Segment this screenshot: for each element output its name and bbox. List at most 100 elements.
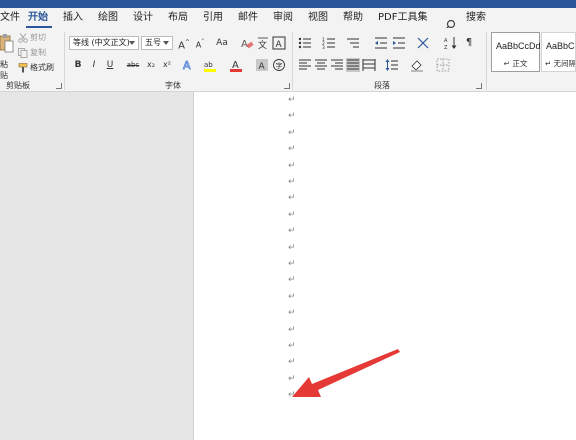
sort-icon[interactable]: AZ — [444, 36, 458, 50]
bullets-icon[interactable] — [298, 36, 312, 50]
show-paragraph-marks-button[interactable]: ¶ — [462, 36, 476, 50]
svg-text:A: A — [276, 40, 283, 50]
clipboard-icon — [0, 34, 14, 53]
tab-view[interactable]: 视图 — [308, 11, 328, 24]
cut-button[interactable]: 剪切 — [18, 32, 46, 43]
tab-help[interactable]: 帮助 — [343, 11, 363, 24]
font-group-label: 字体 — [165, 81, 181, 90]
font-dialog-launcher[interactable] — [284, 83, 290, 89]
svg-text:3: 3 — [322, 45, 325, 50]
align-left-icon[interactable] — [298, 58, 312, 72]
tab-design[interactable]: 设计 — [133, 11, 153, 24]
highlight-icon[interactable]: ab — [203, 58, 217, 72]
tab-references[interactable]: 引用 — [203, 11, 223, 24]
chinese-layout-icon[interactable] — [416, 36, 430, 50]
format-painter-label: 格式刷 — [30, 63, 54, 72]
style-name-no-spacing: ↵ 无间隔 — [545, 59, 576, 68]
scissors-icon — [18, 32, 28, 43]
align-right-icon[interactable] — [330, 58, 344, 72]
svg-text:字: 字 — [276, 61, 283, 70]
paragraph-mark: ↵ — [288, 308, 296, 319]
borders-icon[interactable] — [436, 58, 450, 72]
paragraph-dialog-launcher[interactable] — [476, 83, 482, 89]
title-bar — [0, 0, 576, 8]
copy-icon — [18, 47, 28, 58]
shrink-font-button[interactable]: Aˇ — [193, 36, 207, 50]
phonetic-guide-icon[interactable]: 文 — [256, 36, 270, 50]
tab-file[interactable]: 文件 — [0, 11, 20, 24]
search-label[interactable]: 搜索 — [466, 11, 486, 24]
svg-text:ab: ab — [204, 61, 213, 69]
chevron-down-icon — [163, 41, 169, 45]
copy-button[interactable]: 复制 — [18, 47, 46, 58]
grow-font-button[interactable]: A^ — [177, 36, 191, 52]
paragraph-mark: ↵ — [288, 242, 296, 253]
bold-button[interactable]: B — [71, 58, 85, 72]
font-color-icon[interactable]: A — [229, 58, 243, 72]
decrease-indent-icon[interactable] — [374, 36, 388, 50]
font-size-value: 五号 — [145, 38, 161, 47]
character-shading-icon[interactable]: A — [255, 58, 269, 72]
font-size-dropdown[interactable]: 五号 — [141, 36, 173, 50]
tab-draw[interactable]: 绘图 — [98, 11, 118, 24]
paragraph-mark: ↵ — [288, 127, 296, 138]
grow-font-label: A — [178, 40, 185, 52]
character-border-icon[interactable]: A — [272, 36, 286, 50]
paragraph-mark: ↵ — [288, 177, 296, 187]
tab-layout[interactable]: 布局 — [168, 11, 188, 24]
numbering-icon[interactable]: 123 — [322, 36, 336, 50]
paragraph-mark: ↵ — [288, 160, 296, 171]
paragraph-mark: ↵ — [288, 291, 296, 302]
style-no-spacing[interactable]: AaBbCcDd ↵ 无间隔 — [541, 32, 576, 72]
format-painter-button[interactable]: 格式刷 — [18, 62, 54, 73]
italic-button[interactable]: I — [87, 58, 101, 72]
ribbon: 粘贴 剪切 复制 格式刷 剪贴板 等线 (中文正文) 五号 A^ Aˇ Aa A — [0, 28, 576, 92]
paragraph-mark: ↵ — [288, 95, 296, 105]
style-sample-no-spacing: AaBbCcDd — [546, 41, 575, 51]
copy-label: 复制 — [30, 48, 46, 57]
increase-indent-icon[interactable] — [392, 36, 406, 50]
font-name-dropdown[interactable]: 等线 (中文正文) — [69, 36, 139, 50]
group-separator — [292, 32, 293, 90]
superscript-button[interactable]: x² — [160, 58, 174, 72]
paragraph-mark: ↵ — [288, 209, 296, 220]
group-separator — [486, 32, 487, 90]
clear-formatting-icon[interactable]: A — [240, 36, 254, 50]
style-name-normal: ↵ 正文 — [503, 59, 528, 68]
clipboard-group-label: 剪贴板 — [6, 81, 30, 90]
line-spacing-icon[interactable] — [385, 58, 399, 72]
change-case-button[interactable]: Aa — [211, 36, 233, 50]
svg-text:A: A — [183, 59, 191, 72]
paragraph-mark: ↵ — [288, 144, 296, 155]
svg-text:A: A — [259, 62, 266, 72]
style-sample-normal: AaBbCcDd — [496, 41, 541, 51]
underline-button[interactable]: U — [103, 58, 117, 72]
clipboard-dialog-launcher[interactable] — [56, 83, 62, 89]
paragraph-mark: ↵ — [288, 259, 296, 269]
style-normal[interactable]: AaBbCcDd ↵ 正文 — [491, 32, 541, 72]
shading-icon[interactable] — [410, 58, 424, 72]
tab-mailings[interactable]: 邮件 — [238, 11, 258, 24]
paste-label: 粘贴 — [0, 60, 8, 80]
enclose-characters-icon[interactable]: 字 — [272, 58, 286, 72]
tab-pdf-tools[interactable]: PDF工具集 — [378, 11, 427, 24]
chevron-down-icon — [129, 41, 135, 45]
paragraph-mark: ↵ — [288, 226, 296, 237]
tab-review[interactable]: 审阅 — [273, 11, 293, 24]
font-name-value: 等线 (中文正文) — [73, 38, 130, 47]
tab-insert[interactable]: 插入 — [63, 11, 83, 24]
paragraph-mark: ↵ — [288, 111, 296, 122]
paste-button[interactable]: 粘贴 — [0, 32, 14, 80]
distributed-icon[interactable] — [362, 58, 376, 72]
cut-label: 剪切 — [30, 33, 46, 42]
justify-icon[interactable] — [346, 58, 360, 72]
align-center-icon[interactable] — [314, 58, 328, 72]
subscript-button[interactable]: x₂ — [144, 58, 158, 72]
ribbon-tabs: 文件 开始 插入 绘图 设计 布局 引用 邮件 审阅 视图 帮助 PDF工具集 … — [0, 8, 576, 31]
multilevel-list-icon[interactable] — [346, 36, 360, 50]
strikethrough-button[interactable]: abc — [124, 58, 142, 72]
text-effects-icon[interactable]: A — [181, 58, 195, 72]
tab-home[interactable]: 开始 — [28, 11, 48, 24]
paragraph-mark: ↵ — [288, 193, 296, 204]
paintbrush-icon — [18, 62, 28, 72]
